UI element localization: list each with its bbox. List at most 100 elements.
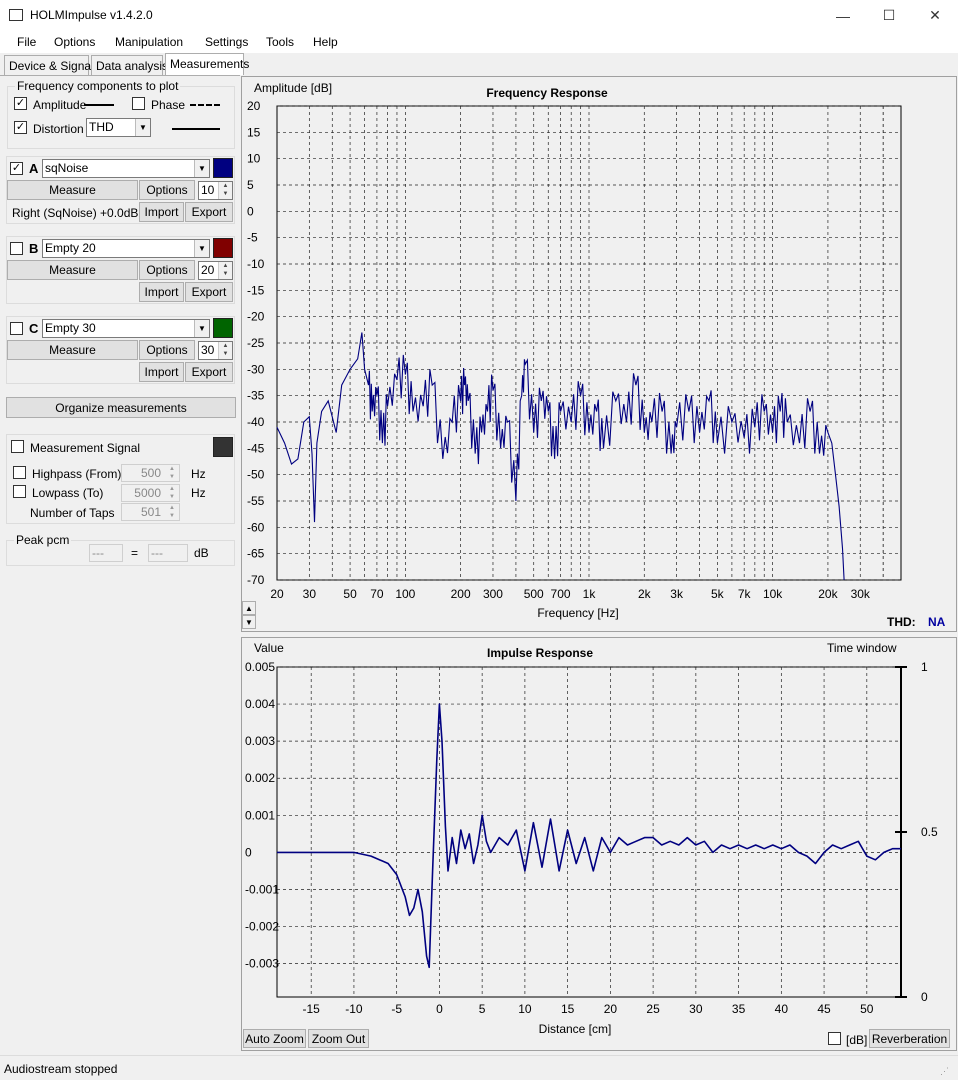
expand-up-icon[interactable]: ▲ xyxy=(242,601,256,615)
measurement-b-checkbox[interactable] xyxy=(10,242,23,255)
tab-measurements[interactable]: Measurements xyxy=(165,53,249,75)
measurement-c-checkbox[interactable] xyxy=(10,322,23,335)
tab-device-signal[interactable]: Device & Signal xyxy=(4,55,94,75)
minimize-button[interactable]: — xyxy=(820,0,866,31)
measurement-a-export-button[interactable]: Export xyxy=(185,202,233,222)
freq-components-title: Frequency components to plot xyxy=(15,79,181,93)
measurement-a-options-button[interactable]: Options xyxy=(139,180,195,200)
resize-grip-icon[interactable]: ⋰ xyxy=(940,1066,949,1077)
measurement-c-export-button[interactable]: Export xyxy=(185,362,233,382)
y-axis-label: Value xyxy=(254,641,284,655)
window-title: HOLMImpulse v1.4.2.0 xyxy=(30,8,153,22)
chart-title: Impulse Response xyxy=(487,646,593,660)
measurement-a-measure-button[interactable]: Measure xyxy=(7,180,138,200)
measurement-c-import-button[interactable]: Import xyxy=(139,362,184,382)
y-tick-label: 20 xyxy=(247,99,261,113)
zoom-out-button[interactable]: Zoom Out xyxy=(308,1029,369,1048)
measurement-b-measure-button[interactable]: Measure xyxy=(7,260,138,280)
y-tick-label: -20 xyxy=(247,310,265,324)
y-tick-label: -0.003 xyxy=(245,957,279,971)
measurement-c-name: Empty 30 xyxy=(45,321,96,335)
menu-settings[interactable]: Settings xyxy=(205,35,248,49)
menu-tools[interactable]: Tools xyxy=(266,35,294,49)
amplitude-checkbox[interactable]: ✓ xyxy=(14,97,27,110)
auto-zoom-button[interactable]: Auto Zoom xyxy=(243,1029,306,1048)
measurement-b-export-button[interactable]: Export xyxy=(185,282,233,302)
measurement-c-color-swatch[interactable] xyxy=(213,318,233,338)
measurement-a-name-select[interactable]: sqNoise xyxy=(42,159,210,178)
menu-file[interactable]: File xyxy=(17,35,36,49)
y-axis-label: Amplitude [dB] xyxy=(254,81,332,95)
distortion-label: Distortion xyxy=(33,122,84,136)
phase-line-style xyxy=(190,104,220,106)
y-tick-label: -0.002 xyxy=(245,920,279,934)
peak-left-value: --- xyxy=(89,544,123,562)
highpass-checkbox[interactable] xyxy=(13,466,26,479)
x-tick-label: 40 xyxy=(775,1002,789,1016)
x-tick-label: 0 xyxy=(436,1002,443,1016)
y-tick-label: 0 xyxy=(245,845,252,859)
spinner-arrows-icon[interactable]: ▲ ▼ xyxy=(218,342,232,359)
time-window-label: Time window xyxy=(827,641,897,655)
close-button[interactable]: ✕ xyxy=(912,0,958,31)
measurement-a-checkbox[interactable]: ✓ xyxy=(10,162,23,175)
peak-equals: = xyxy=(131,546,139,560)
expand-down-icon[interactable]: ▼ xyxy=(242,615,256,629)
x-tick-label: -10 xyxy=(345,1002,363,1016)
chevron-down-icon[interactable]: ▼ xyxy=(194,160,209,177)
menu-manipulation[interactable]: Manipulation xyxy=(115,35,183,49)
x-axis-label: Frequency [Hz] xyxy=(537,606,618,620)
measurement-a-import-button[interactable]: Import xyxy=(139,202,184,222)
y-tick-label: 0.005 xyxy=(245,660,275,674)
menu-help[interactable]: Help xyxy=(313,35,338,49)
spinner-arrows-icon[interactable]: ▲ ▼ xyxy=(218,262,232,279)
measurement-signal-checkbox[interactable] xyxy=(11,440,24,453)
signal-color-swatch[interactable] xyxy=(213,437,233,457)
y-tick-label: -5 xyxy=(247,231,258,245)
chevron-down-icon[interactable]: ▼ xyxy=(135,119,150,136)
measurement-b-letter: B xyxy=(29,241,39,256)
impulse-response-chart[interactable]: -15 -10 -5 0 5 10 15 20 25 30 35 40 45 500.0050.0040.… xyxy=(241,637,957,1051)
measurement-b-name-select[interactable]: Empty 20 xyxy=(42,239,210,258)
measurement-c-name-select[interactable]: Empty 30 xyxy=(42,319,210,338)
organize-measurements-button[interactable]: Organize measurements xyxy=(6,397,236,418)
phase-checkbox[interactable] xyxy=(132,97,145,110)
y-tick-label: 0.004 xyxy=(245,697,275,711)
measurement-c-count: 30 xyxy=(201,343,215,357)
measurement-a-color-swatch[interactable] xyxy=(213,158,233,178)
measurement-c-options-button[interactable]: Options xyxy=(139,340,195,360)
menu-options[interactable]: Options xyxy=(54,35,95,49)
reverberation-button[interactable]: Reverberation xyxy=(869,1029,950,1048)
y-tick-label: 0.001 xyxy=(245,808,275,822)
tab-data-analysis[interactable]: Data analysis xyxy=(91,55,168,75)
y-tick-label: -30 xyxy=(247,362,265,376)
measurement-a-name: sqNoise xyxy=(45,161,89,175)
chevron-down-icon[interactable]: ▼ xyxy=(194,240,209,257)
lowpass-checkbox[interactable] xyxy=(13,485,26,498)
distortion-line-style xyxy=(172,128,220,130)
chevron-down-icon[interactable]: ▼ xyxy=(194,320,209,337)
measurement-a-letter: A xyxy=(29,161,39,176)
measurement-b-color-swatch[interactable] xyxy=(213,238,233,258)
x-tick-label: 45 xyxy=(817,1002,831,1016)
measurement-b-import-button[interactable]: Import xyxy=(139,282,184,302)
distortion-checkbox[interactable]: ✓ xyxy=(14,121,27,134)
db-checkbox[interactable] xyxy=(828,1032,841,1045)
x-tick-label: 300 xyxy=(483,587,503,601)
frequency-response-chart[interactable]: 20151050-5-10-15-20-25-30-35-40-45-50-55… xyxy=(241,76,957,632)
db-label: [dB] xyxy=(846,1033,868,1047)
x-tick-label: 100 xyxy=(395,587,415,601)
x-tick-label: -15 xyxy=(303,1002,321,1016)
x-tick-label: 5k xyxy=(711,587,725,601)
maximize-button[interactable]: ☐ xyxy=(866,0,912,31)
measurement-signal-label: Measurement Signal xyxy=(30,441,141,455)
x-tick-label: 3k xyxy=(670,587,684,601)
x-axis-label: Distance [cm] xyxy=(539,1022,612,1036)
x-tick-label: 200 xyxy=(451,587,471,601)
spinner-arrows-icon[interactable]: ▲ ▼ xyxy=(218,182,232,199)
measurement-b-options-button[interactable]: Options xyxy=(139,260,195,280)
y-tick-label: 0.002 xyxy=(245,771,275,785)
x-tick-label: 20k xyxy=(818,587,838,601)
measurement-c-measure-button[interactable]: Measure xyxy=(7,340,138,360)
y-tick-label: -0.001 xyxy=(245,882,279,896)
